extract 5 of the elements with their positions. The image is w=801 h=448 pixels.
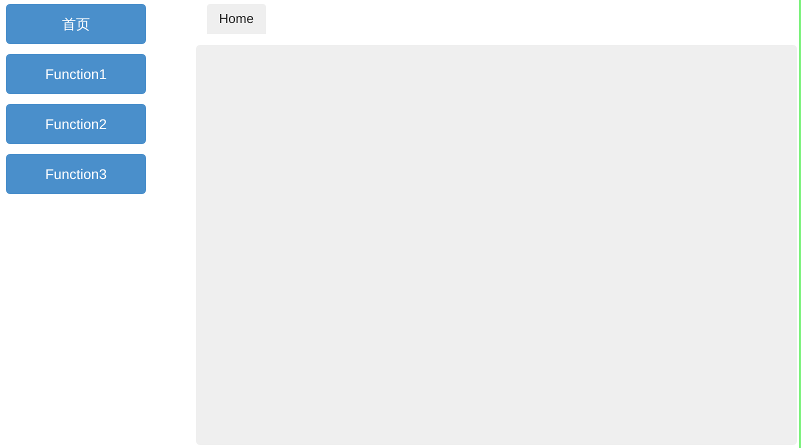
tab[interactable]: Home [207,4,266,34]
sidebar-button[interactable]: 首页 [6,4,146,44]
sidebar-button[interactable]: Function1 [6,54,146,94]
sidebar-button[interactable]: Function2 [6,104,146,144]
sidebar-button[interactable]: Function3 [6,154,146,194]
